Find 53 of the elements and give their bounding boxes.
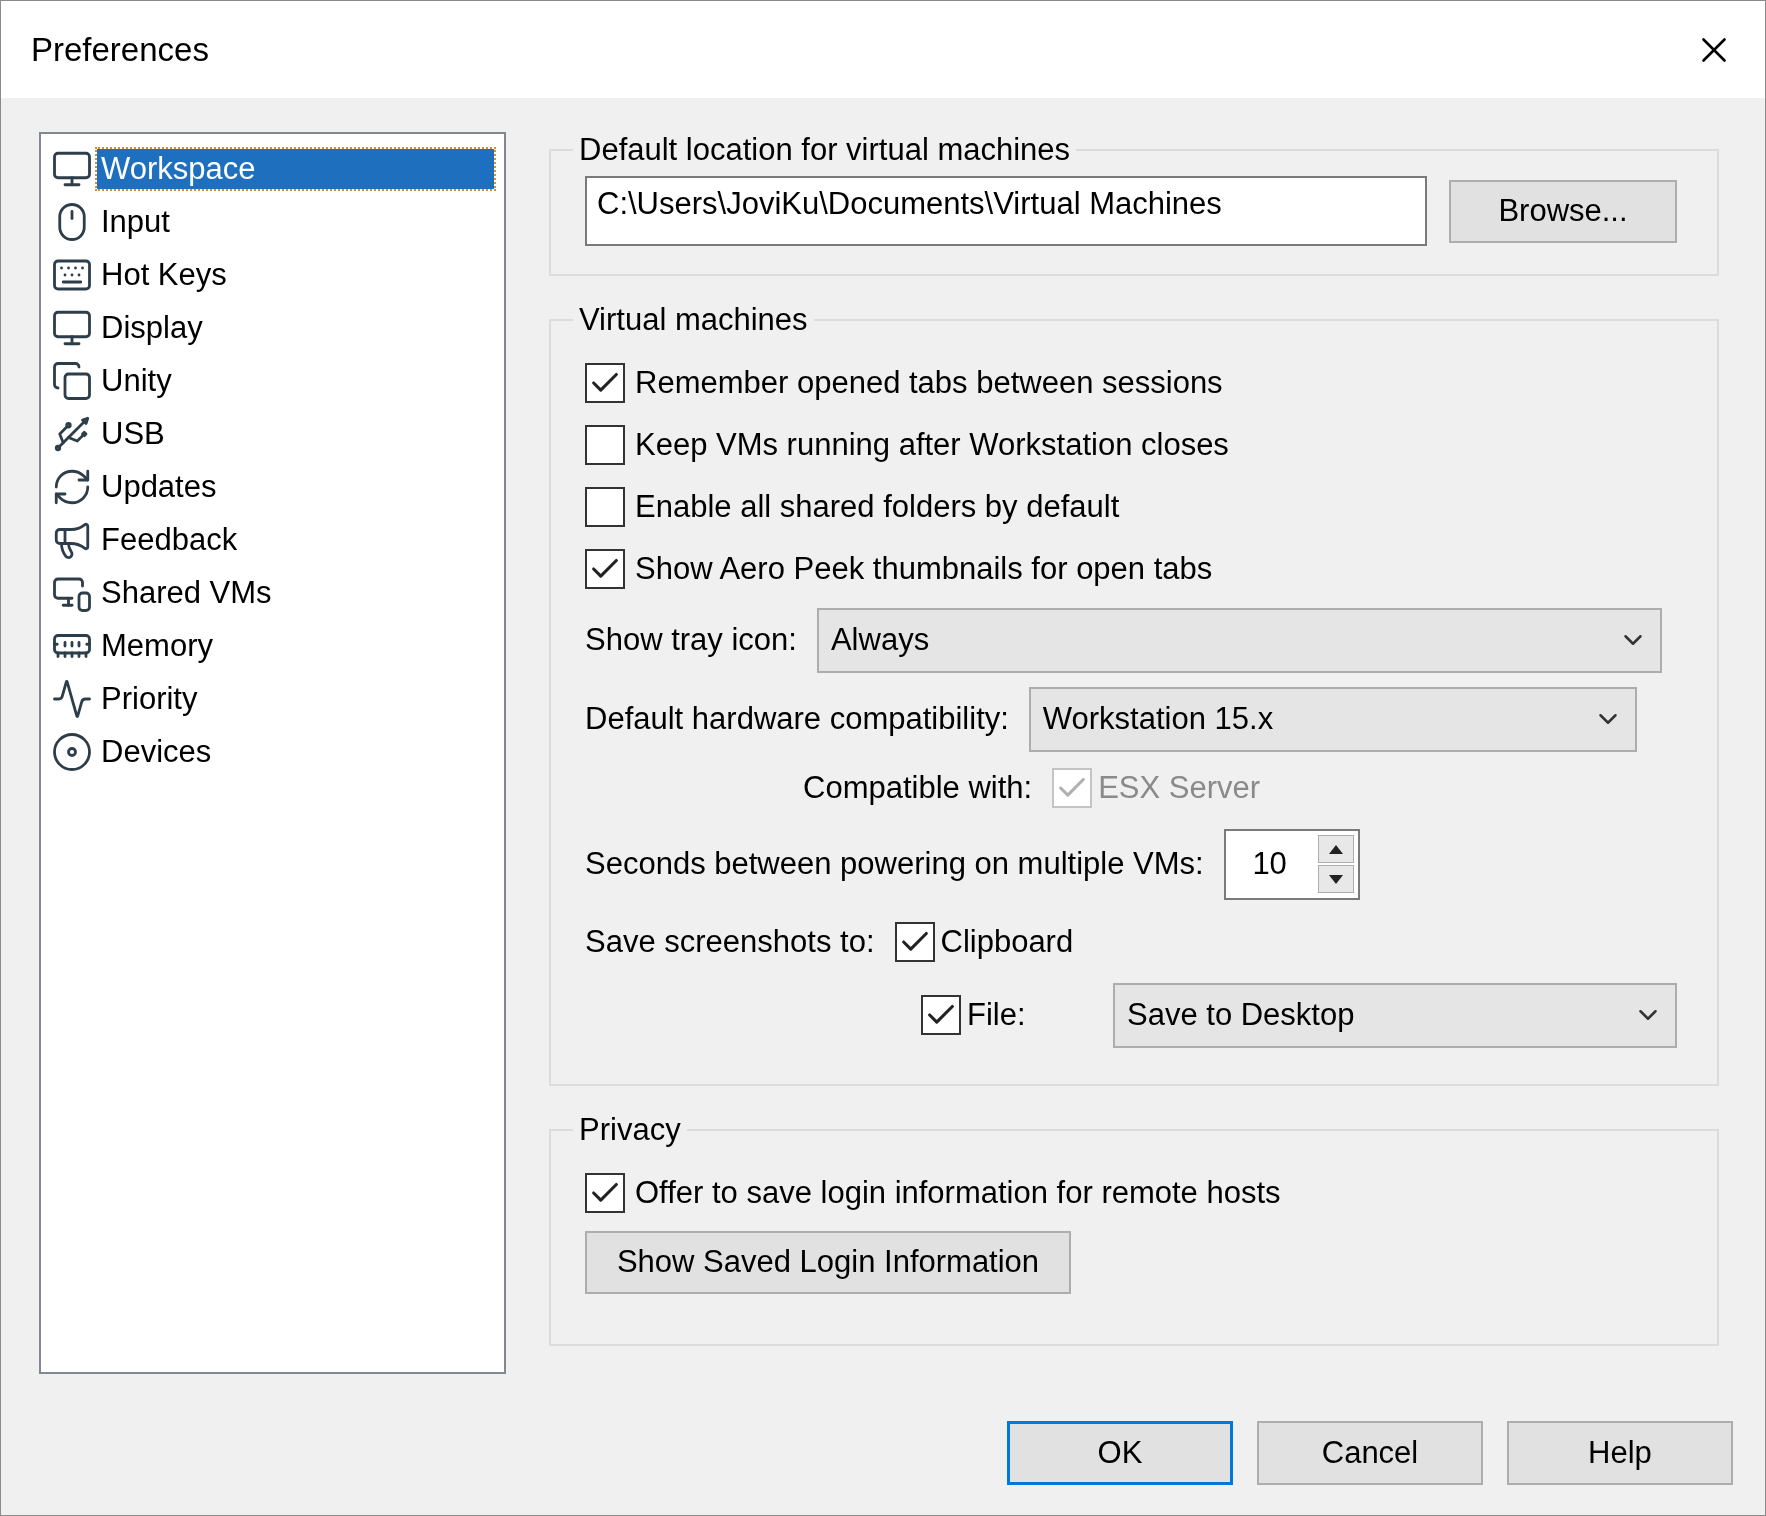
window-title: Preferences — [31, 30, 209, 69]
dialog-button[interactable]: Help — [1507, 1421, 1733, 1485]
field-label: Show tray icon: — [585, 622, 797, 658]
sidebar-item[interactable]: Updates — [97, 466, 221, 507]
sidebar-item[interactable]: Display — [97, 307, 207, 348]
sidebar-item[interactable]: Unity — [97, 360, 176, 401]
field-label: Seconds between powering on multiple VMs: — [585, 846, 1204, 882]
sidebar-item[interactable]: Priority — [97, 678, 202, 719]
field-label: Compatible with: — [803, 770, 1033, 806]
group-title: Virtual machines — [578, 302, 809, 338]
dropdown[interactable]: Always — [816, 607, 1662, 673]
spin-down-button[interactable] — [1317, 865, 1354, 893]
down-arrow-icon — [1328, 874, 1343, 884]
sidebar-item[interactable]: Workspace — [97, 148, 494, 189]
checkbox[interactable] — [894, 922, 935, 962]
field-label: Save screenshots to: — [585, 924, 875, 960]
up-arrow-icon — [1328, 844, 1343, 854]
sidebar-item[interactable]: Feedback — [97, 519, 242, 560]
path-field[interactable]: C:\Users\JoviKu\Documents\Virtual Machines — [585, 176, 1427, 246]
dropdown[interactable]: Workstation 15.x — [1028, 686, 1637, 752]
spin-up-button[interactable] — [1317, 835, 1354, 863]
checkbox[interactable] — [585, 487, 625, 527]
checkbox-label: File: — [967, 997, 1027, 1033]
checkbox-label: Offer to save login information for remote hosts — [635, 1175, 1281, 1211]
checkbox[interactable] — [585, 1173, 625, 1213]
checkbox-label: Clipboard — [940, 924, 1074, 960]
sidebar-item[interactable]: Memory — [97, 625, 217, 666]
sidebar-item[interactable]: Devices — [97, 731, 216, 772]
checkbox-label: Remember opened tabs between sessions — [635, 365, 1223, 401]
checkbox-label: Keep VMs running after Workstation closes — [635, 427, 1229, 463]
checkbox[interactable] — [921, 995, 961, 1035]
dropdown[interactable]: Save to Desktop — [1113, 982, 1677, 1048]
sidebar-item[interactable]: Hot Keys — [97, 254, 231, 295]
group-title: Privacy — [578, 1112, 682, 1148]
sidebar-item[interactable]: Input — [97, 201, 174, 242]
checkbox-label: Enable all shared folders by default — [635, 489, 1120, 525]
number-field[interactable]: 10 — [1223, 828, 1360, 900]
checkbox[interactable] — [585, 549, 625, 589]
disc-icon — [51, 730, 93, 773]
dialog-button[interactable]: OK — [1007, 1421, 1233, 1485]
field-label: Default hardware compatibility: — [585, 701, 1009, 737]
checkbox[interactable] — [585, 363, 625, 403]
checkbox-label: Show Aero Peek thumbnails for open tabs — [635, 551, 1213, 587]
checkbox-label: ESX Server — [1098, 770, 1261, 806]
checkbox[interactable] — [585, 425, 625, 465]
sidebar-item[interactable]: USB — [97, 413, 169, 454]
pulse-icon — [51, 677, 93, 720]
sidebar-item[interactable]: Shared VMs — [97, 572, 276, 613]
dialog-button[interactable]: Cancel — [1257, 1421, 1483, 1485]
group-title: Default location for virtual machines — [578, 132, 1072, 168]
show-login-button[interactable]: Show Saved Login Information — [585, 1230, 1071, 1294]
windows-icon — [51, 359, 93, 402]
browse-button[interactable]: Browse... — [1449, 179, 1677, 243]
